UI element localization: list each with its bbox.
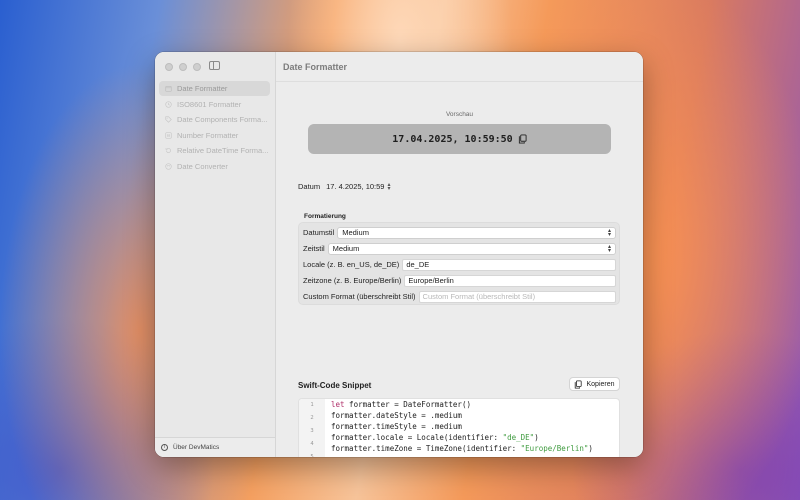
custom-format-row: Custom Format (überschreibt Stil) <box>303 289 616 304</box>
date-style-select[interactable]: Medium ▴ ▾ <box>337 226 616 239</box>
refresh-icon <box>165 162 172 170</box>
line-number: 1 <box>310 402 314 408</box>
timezone-input[interactable] <box>404 274 616 287</box>
datum-picker[interactable]: 17. 4.2025, 10:59 <box>326 182 384 191</box>
minimize-window-button[interactable] <box>179 63 187 71</box>
code-text: ) <box>588 444 593 453</box>
sidebar-item-label: Date Formatter <box>177 84 228 93</box>
number-icon <box>165 131 172 139</box>
sidebar-item-number-formatter[interactable]: Number Formatter <box>159 128 270 143</box>
zoom-window-button[interactable] <box>193 63 201 71</box>
code-text: ) <box>534 433 539 442</box>
window-controls <box>165 63 201 71</box>
info-icon: i <box>161 444 168 451</box>
code-line: let formatter = DateFormatter() <box>331 400 471 409</box>
code-string: "de_DE" <box>502 433 535 442</box>
snippet-title: Swift-Code Snippet <box>298 381 372 390</box>
calendar-icon <box>165 86 172 92</box>
tag-icon <box>165 116 172 123</box>
timezone-row: Zeitzone (z. B. Europe/Berlin) <box>303 273 616 288</box>
code-string: "Europe/Berlin" <box>520 444 589 453</box>
copy-icon[interactable] <box>518 134 527 144</box>
code-text: formatter.timeZone = TimeZone(identifier… <box>331 444 521 453</box>
main-content: Vorschau 17.04.2025, 10:59:50 Datum 17. … <box>276 82 643 457</box>
code-line: formatter.dateStyle = .medium <box>331 411 462 420</box>
about-label: Über DevMatics <box>173 444 220 451</box>
code-keyword: let <box>331 400 345 409</box>
code-line: formatter.timeZone = TimeZone(identifier… <box>331 444 593 453</box>
line-number: 3 <box>310 428 314 434</box>
sidebar-item-label: Date Components Forma... <box>177 115 268 124</box>
copy-icon <box>575 380 583 388</box>
sidebar-item-iso8601-formatter[interactable]: ISO8601 Formatter <box>159 97 270 112</box>
sidebar-item-label: ISO8601 Formatter <box>177 99 242 109</box>
about-button[interactable]: i Über DevMatics <box>155 437 275 457</box>
code-editor[interactable]: 1 2 3 4 5 let formatter = DateFormatter(… <box>298 398 620 457</box>
custom-format-label: Custom Format (überschreibt Stil) <box>303 292 416 301</box>
sidebar-item-date-converter[interactable]: Date Converter <box>159 159 270 174</box>
app-window: Date Formatter ISO8601 Formatter Date Co… <box>155 52 643 457</box>
date-style-label: Datumstil <box>303 228 335 237</box>
code-text: formatter.locale = Locale(identifier: <box>331 433 503 442</box>
locale-row: Locale (z. B. en_US, de_DE) <box>303 257 616 272</box>
line-number: 2 <box>310 415 314 421</box>
locale-input[interactable] <box>402 258 616 271</box>
sidebar-item-date-components-formatter[interactable]: Date Components Forma... <box>159 112 270 127</box>
formatting-form: Datumstil Medium ▴ ▾ Zeitstil Medium ▴ ▾ L… <box>298 222 620 305</box>
sidebar-item-relative-datetime-formatter[interactable]: Relative DateTime Forma... <box>159 143 270 158</box>
datum-stepper-icon[interactable]: ▴ ▾ <box>387 182 390 192</box>
datum-label: Datum <box>298 182 321 191</box>
history-icon <box>165 148 171 153</box>
toolbar: Date Formatter <box>276 52 643 82</box>
code-line: formatter.locale = Locale(identifier: "d… <box>331 433 539 442</box>
sidebar-item-label: Relative DateTime Forma... <box>177 146 269 155</box>
line-number: 4 <box>310 441 314 447</box>
sidebar-nav: Date Formatter ISO8601 Formatter Date Co… <box>159 81 270 174</box>
copy-button[interactable]: Kopieren <box>569 377 620 391</box>
code-line: formatter.timeStyle = .medium <box>331 422 462 431</box>
preview-label: Vorschau <box>445 111 474 118</box>
time-style-row: Zeitstil Medium ▴ ▾ <box>303 241 616 256</box>
close-window-button[interactable] <box>165 63 173 71</box>
sidebar-item-label: Number Formatter <box>177 130 239 140</box>
code-text: formatter = DateFormatter() <box>344 400 471 409</box>
timezone-label: Zeitzone (z. B. Europe/Berlin) <box>303 276 402 285</box>
chevron-updown-icon: ▴ ▾ <box>607 227 611 238</box>
custom-format-input[interactable] <box>418 290 616 303</box>
date-style-value: Medium <box>342 228 369 237</box>
date-style-row: Datumstil Medium ▴ ▾ <box>303 225 616 240</box>
chevron-updown-icon: ▴ ▾ <box>607 243 611 254</box>
preview-value: 17.04.2025, 10:59:50 <box>392 133 513 145</box>
copy-label: Kopieren <box>586 380 615 388</box>
clock-icon <box>165 100 172 108</box>
locale-label: Locale (z. B. en_US, de_DE) <box>303 260 400 269</box>
formatting-title: Formatierung <box>304 213 346 220</box>
line-number: 5 <box>310 454 314 457</box>
window-title: Date Formatter <box>283 61 348 72</box>
sidebar: Date Formatter ISO8601 Formatter Date Co… <box>155 52 276 457</box>
preview-box[interactable]: 17.04.2025, 10:59:50 <box>308 124 611 154</box>
sidebar-item-date-formatter[interactable]: Date Formatter <box>159 81 270 96</box>
datum-row: Datum 17. 4.2025, 10:59 ▴ ▾ <box>298 182 391 192</box>
time-style-value: Medium <box>332 244 360 253</box>
sidebar-item-label: Date Converter <box>177 161 228 171</box>
time-style-select[interactable]: Medium ▴ ▾ <box>327 242 616 255</box>
sidebar-toggle-icon[interactable] <box>209 61 220 70</box>
time-style-label: Zeitstil <box>303 244 325 253</box>
